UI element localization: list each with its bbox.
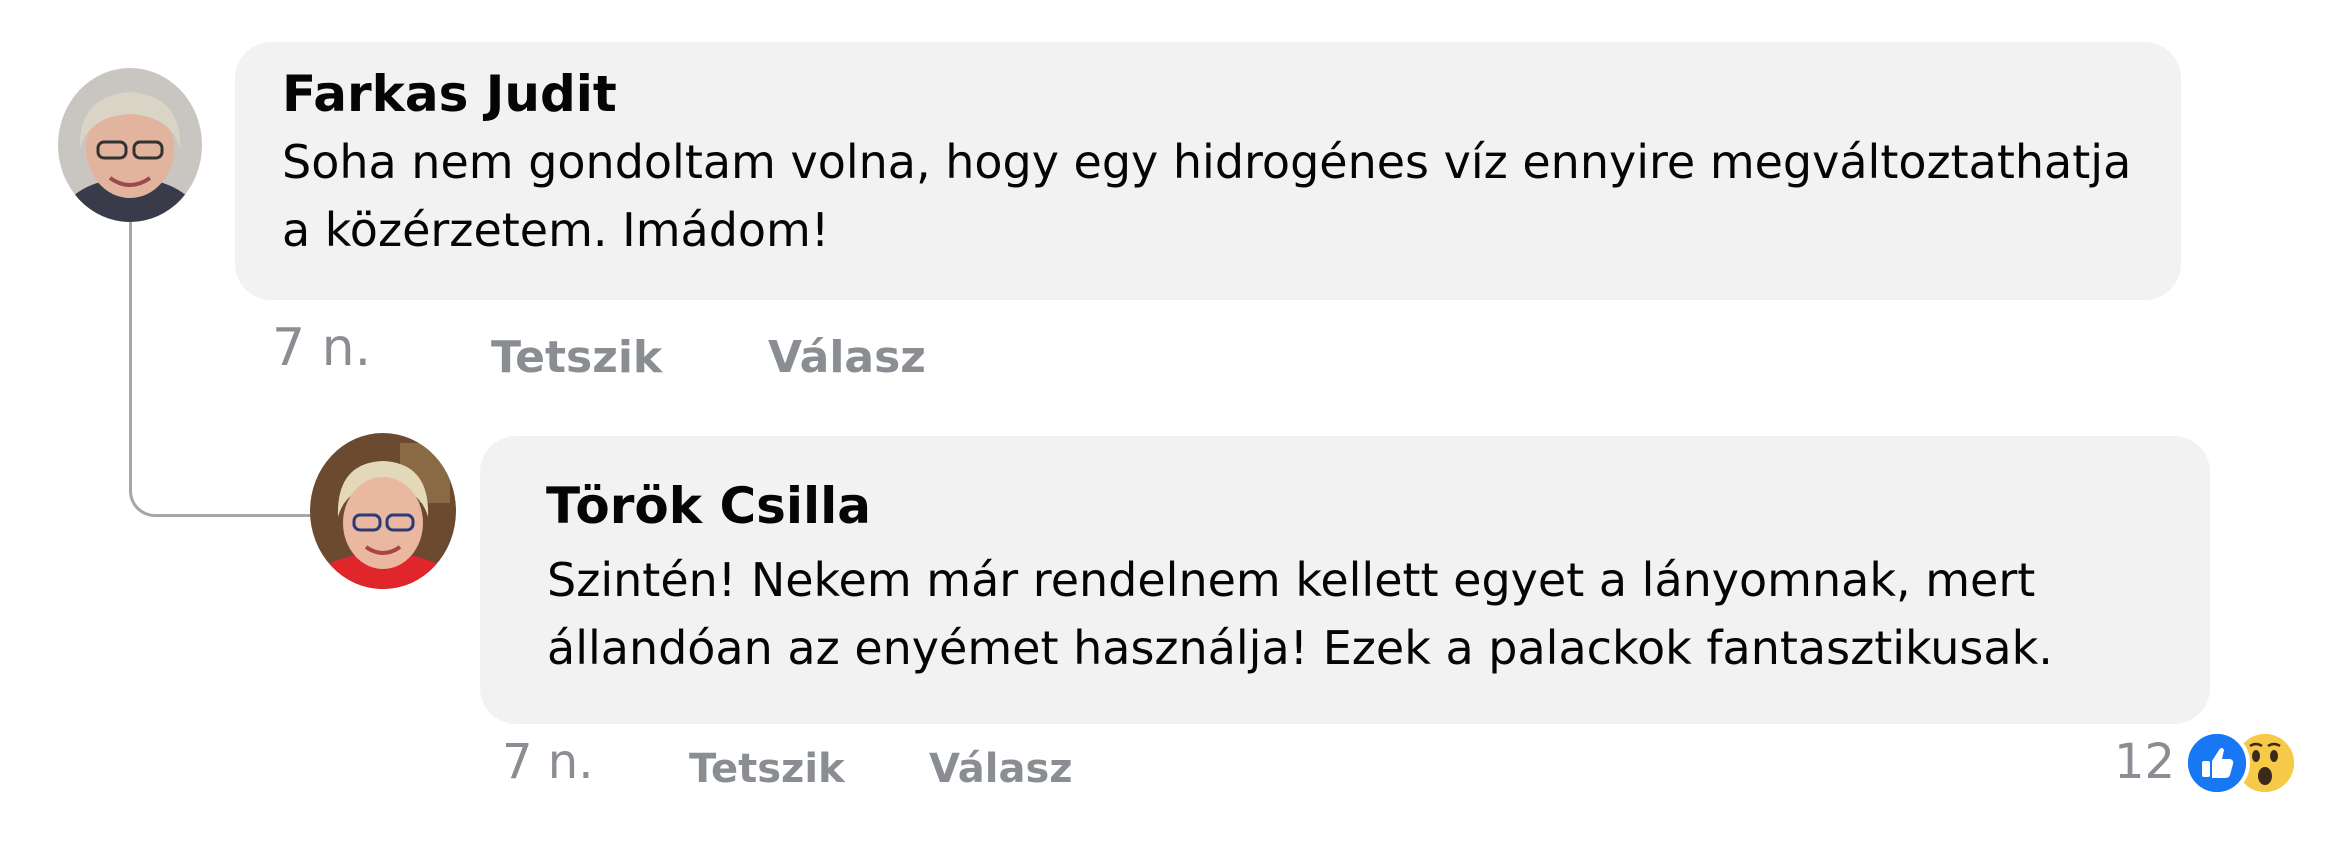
reply-timestamp[interactable]: 7 n.	[502, 734, 593, 790]
reply-bubble: Török Csilla Szintén! Nekem már rendelne…	[480, 436, 2210, 724]
reply-button[interactable]: Válasz	[768, 332, 926, 383]
reply-text-line1: Szintén! Nekem már rendelnem kellett egy…	[547, 553, 2036, 607]
reply-like-button[interactable]: Tetszik	[689, 746, 845, 792]
comment-author[interactable]: Farkas Judit	[282, 64, 617, 124]
avatar-farkas-judit[interactable]	[58, 68, 202, 222]
reaction-summary[interactable]: 12	[2114, 726, 2314, 798]
reaction-count: 12	[2114, 734, 2176, 790]
like-button[interactable]: Tetszik	[491, 332, 662, 383]
comment-bubble: Farkas Judit Soha nem gondoltam volna, h…	[235, 42, 2181, 300]
reply-reply-button[interactable]: Válasz	[929, 746, 1073, 792]
reply-text-line2: állandóan az enyémet használja! Ezek a p…	[547, 621, 2053, 675]
like-icon	[2184, 730, 2250, 796]
comment-timestamp[interactable]: 7 n.	[272, 318, 371, 378]
comment-text: Soha nem gondoltam volna, hogy egy hidro…	[282, 135, 2132, 257]
reply-author[interactable]: Török Csilla	[546, 476, 871, 536]
avatar-torok-csilla[interactable]	[310, 433, 456, 589]
